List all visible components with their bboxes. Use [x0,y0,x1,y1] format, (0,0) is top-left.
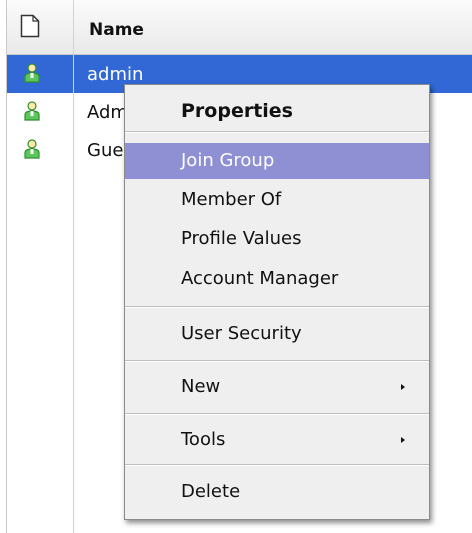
menu-item-new[interactable]: New [125,369,429,405]
icon-column-divider [7,169,74,533]
menu-separator [125,360,429,362]
menu-item-label: Properties [181,100,293,122]
submenu-arrow-icon [401,437,405,443]
list-header: Name [7,0,472,55]
menu-item-delete[interactable]: Delete [125,474,429,510]
menu-separator [125,464,429,466]
menu-separator [125,306,429,308]
menu-item-label: Profile Values [181,228,302,249]
row-name: admin [87,64,144,85]
menu-separator [125,413,429,415]
user-icon [24,139,40,159]
row-name: Gue [87,140,124,161]
menu-item-member-of[interactable]: Member Of [125,182,429,218]
menu-item-label: Account Manager [181,268,339,289]
row-name: Adm [87,102,128,123]
row-icon-cell [7,55,74,93]
menu-separator [125,131,429,133]
menu-item-label: User Security [181,323,302,344]
menu-item-properties[interactable]: Properties [125,91,429,127]
row-icon-cell [7,93,74,131]
context-menu: Properties Join Group Member Of Profile … [124,84,430,520]
column-header-name[interactable]: Name [89,20,144,40]
menu-item-profile-values[interactable]: Profile Values [125,221,429,257]
menu-item-tools[interactable]: Tools [125,422,429,458]
submenu-arrow-icon [401,384,405,390]
user-icon [24,101,40,121]
header-icon-column[interactable] [7,0,74,54]
document-icon [20,14,40,38]
menu-item-label: Join Group [181,150,275,171]
menu-item-account-manager[interactable]: Account Manager [125,261,429,297]
menu-item-join-group[interactable]: Join Group [125,143,429,179]
menu-item-label: Tools [181,429,226,450]
menu-item-label: New [181,376,221,397]
menu-item-label: Member Of [181,189,282,210]
menu-item-label: Delete [181,481,241,502]
menu-item-user-security[interactable]: User Security [125,316,429,352]
row-icon-cell [7,131,74,169]
user-icon [24,63,40,83]
